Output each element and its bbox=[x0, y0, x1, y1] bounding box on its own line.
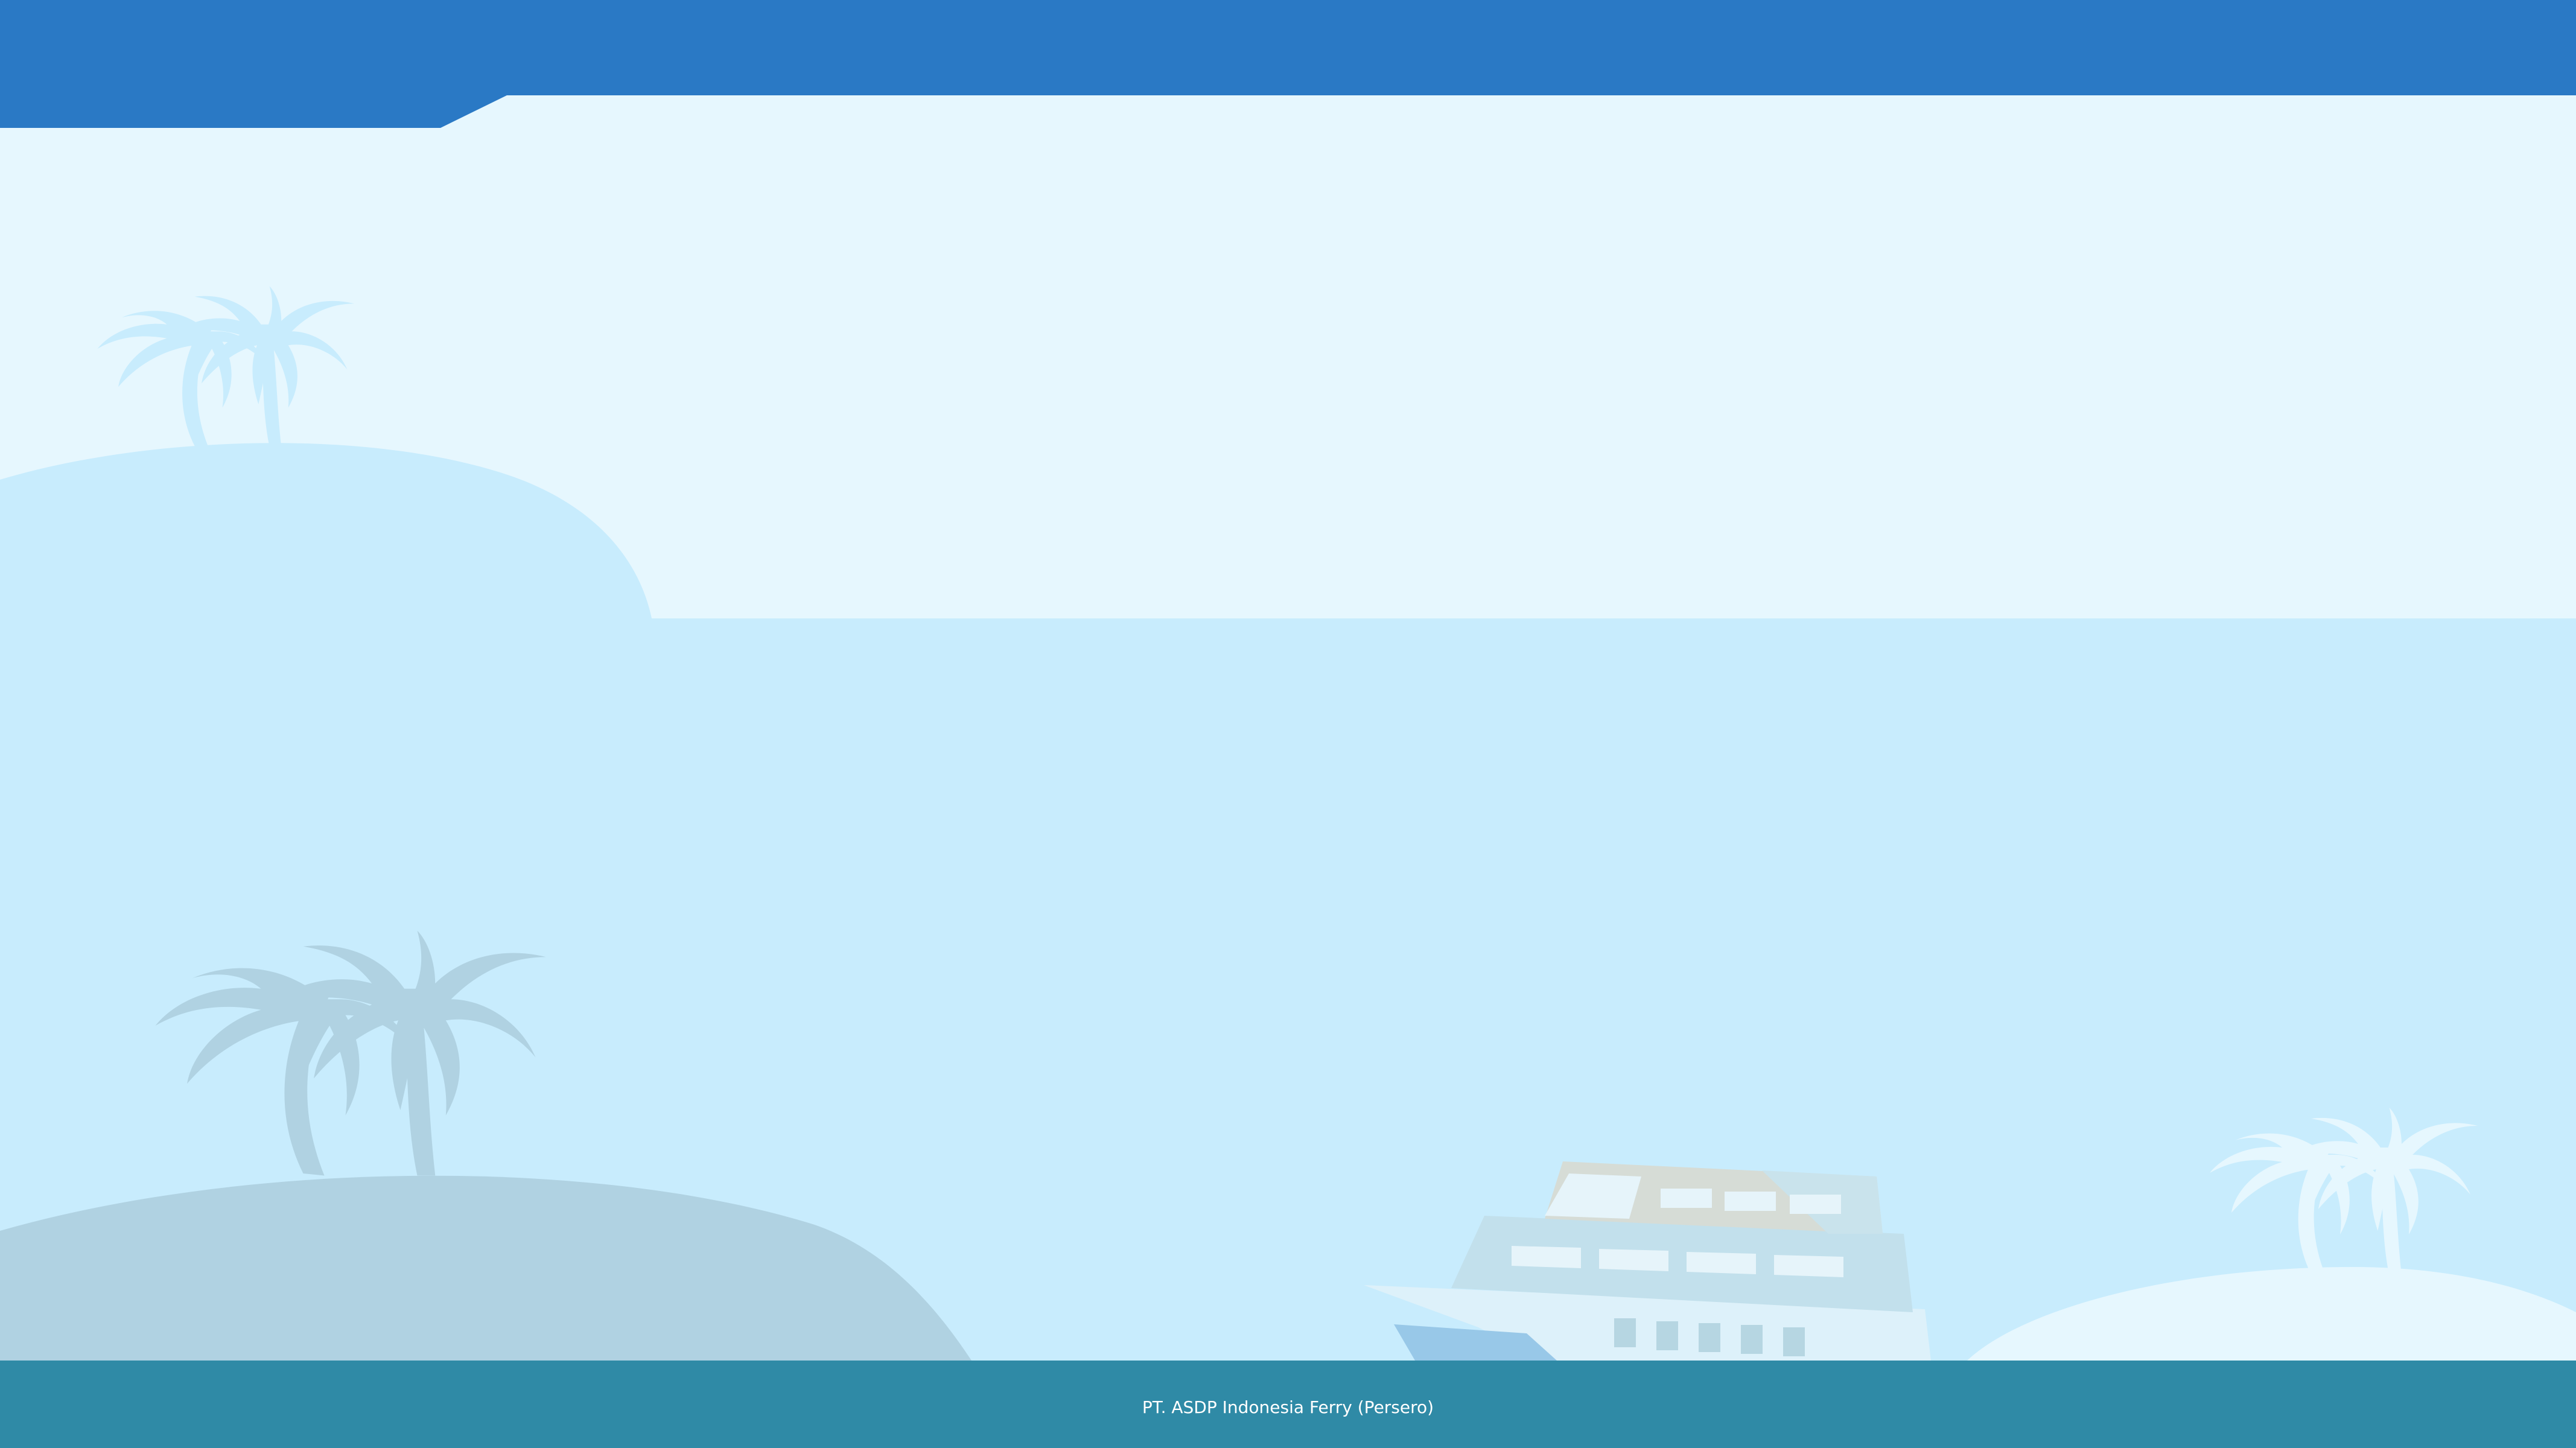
slide-background bbox=[0, 0, 2576, 1448]
footer-company-name: PT. ASDP Indonesia Ferry (Persero) bbox=[1142, 1397, 1434, 1417]
